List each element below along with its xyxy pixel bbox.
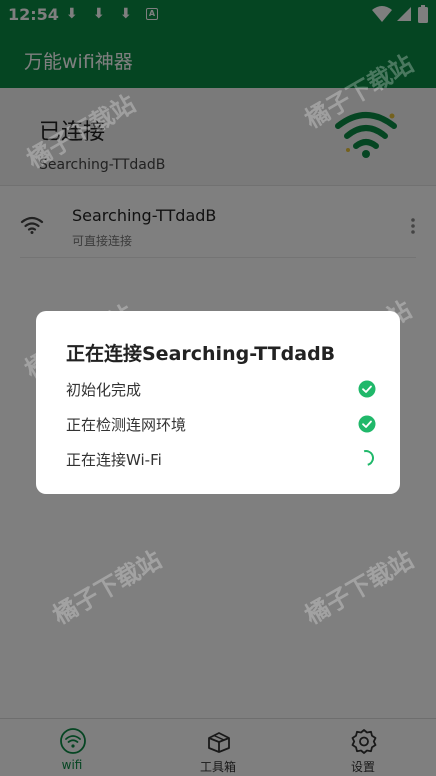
check-circle-icon bbox=[358, 380, 376, 398]
dialog-title: 正在连接Searching-TTdadB bbox=[66, 343, 336, 365]
step-label: 初始化完成 bbox=[66, 381, 142, 399]
step-item: 初始化完成 bbox=[66, 379, 376, 401]
step-label: 正在连接Wi-Fi bbox=[66, 451, 162, 469]
step-item: 正在检测连网环境 bbox=[66, 414, 376, 436]
step-item: 正在连接Wi-Fi bbox=[66, 447, 377, 471]
check-circle-icon bbox=[358, 415, 376, 433]
loading-spinner-icon bbox=[355, 447, 377, 469]
step-label: 正在检测连网环境 bbox=[66, 416, 187, 434]
connecting-dialog: 正在连接Searching-TTdadB 初始化完成 正在检测连网环境 正在连接… bbox=[36, 311, 400, 494]
